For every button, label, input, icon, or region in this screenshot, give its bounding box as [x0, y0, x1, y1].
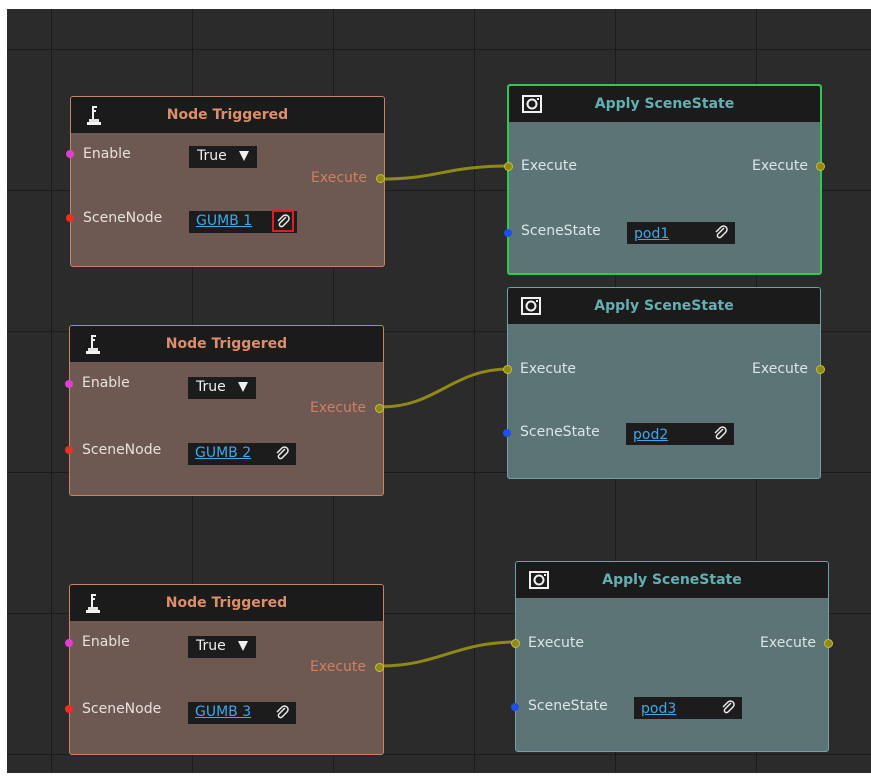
paperclip-icon[interactable] — [713, 224, 729, 240]
scenestate-label: SceneState — [521, 223, 601, 239]
execute-in-label: Execute — [521, 158, 577, 174]
execute-out-label: Execute — [760, 635, 816, 651]
enable-dropdown[interactable]: True — [188, 636, 256, 658]
scenenode-link[interactable]: GUMB 3 — [195, 704, 251, 720]
node-triggered-2[interactable]: Node Triggered Enable True Execute Scene… — [65, 325, 384, 496]
enable-label: Enable — [82, 634, 130, 650]
wire-3[interactable] — [380, 640, 517, 668]
execute-out-pin[interactable] — [816, 365, 825, 374]
execute-in-pin[interactable] — [504, 162, 513, 171]
node-header[interactable]: Node Triggered — [70, 326, 383, 362]
scenenode-pin[interactable] — [66, 214, 74, 222]
scenestate-label: SceneState — [528, 698, 608, 714]
scenestate-field[interactable]: pod3 — [634, 697, 742, 719]
scenestate-field[interactable]: pod1 — [627, 222, 735, 244]
apply-scenestate-3[interactable]: Apply SceneState Execute Execute SceneSt… — [511, 561, 833, 752]
execute-out-pin[interactable] — [816, 162, 825, 171]
execute-in-label: Execute — [520, 361, 576, 377]
chevron-down-icon — [238, 641, 248, 651]
scenenode-field[interactable]: GUMB 2 — [188, 443, 296, 465]
execute-in-pin[interactable] — [511, 639, 520, 648]
enable-dropdown[interactable]: True — [188, 377, 256, 399]
scenestate-pin[interactable] — [503, 429, 511, 437]
scenenode-label: SceneNode — [82, 442, 162, 458]
node-triggered-1[interactable]: Node Triggered Enable True Execute Scene… — [66, 96, 385, 267]
node-header[interactable]: Apply SceneState — [508, 288, 820, 324]
node-header[interactable]: Apply SceneState — [516, 562, 828, 598]
scenenode-label: SceneNode — [83, 210, 163, 226]
execute-out-label: Execute — [311, 170, 367, 186]
wire-1[interactable] — [381, 164, 510, 181]
scenestate-pin[interactable] — [504, 229, 512, 237]
node-title: Node Triggered — [166, 107, 289, 123]
paperclip-icon[interactable] — [274, 445, 290, 461]
scenestate-field[interactable]: pod2 — [626, 423, 734, 445]
execute-out-pin[interactable] — [375, 404, 384, 413]
paperclip-icon[interactable] — [272, 210, 294, 232]
chevron-down-icon — [239, 151, 249, 161]
node-title: Apply SceneState — [594, 96, 735, 112]
node-title: Node Triggered — [165, 336, 288, 352]
scenestate-link[interactable]: pod2 — [633, 427, 668, 443]
paperclip-icon[interactable] — [712, 425, 728, 441]
scenenode-field[interactable]: GUMB 1 — [189, 210, 297, 233]
scenenode-link[interactable]: GUMB 2 — [195, 445, 251, 461]
scenestate-label: SceneState — [520, 424, 600, 440]
enable-value: True — [197, 148, 227, 164]
enable-pin[interactable] — [66, 150, 74, 158]
scenenode-pin[interactable] — [65, 446, 73, 454]
scenestate-pin[interactable] — [511, 703, 519, 711]
execute-out-label: Execute — [310, 659, 366, 675]
apply-scenestate-2[interactable]: Apply SceneState Execute Execute SceneSt… — [503, 287, 825, 479]
enable-dropdown[interactable]: True — [189, 146, 257, 168]
node-title: Apply SceneState — [602, 572, 742, 588]
scenestate-link[interactable]: pod1 — [634, 226, 669, 242]
execute-out-label: Execute — [310, 400, 366, 416]
node-triggered-3[interactable]: Node Triggered Enable True Execute Scene… — [65, 584, 384, 755]
node-header[interactable]: Node Triggered — [70, 585, 383, 621]
execute-out-pin[interactable] — [824, 639, 833, 648]
node-header[interactable]: Node Triggered — [71, 97, 384, 133]
node-header[interactable]: Apply SceneState — [509, 86, 820, 122]
chevron-down-icon — [238, 382, 248, 392]
scenenode-field[interactable]: GUMB 3 — [188, 702, 296, 724]
enable-value: True — [196, 638, 226, 654]
execute-out-label: Execute — [752, 361, 808, 377]
apply-scenestate-1[interactable]: Apply SceneState Execute Execute SceneSt… — [504, 84, 825, 275]
wire-2[interactable] — [380, 367, 510, 409]
node-title: Node Triggered — [165, 595, 288, 611]
execute-out-label: Execute — [752, 158, 808, 174]
scenenode-pin[interactable] — [65, 705, 73, 713]
execute-in-pin[interactable] — [503, 365, 512, 374]
enable-label: Enable — [82, 375, 130, 391]
paperclip-icon[interactable] — [720, 699, 736, 715]
node-title: Apply SceneState — [594, 298, 734, 314]
enable-value: True — [196, 379, 226, 395]
scenenode-link[interactable]: GUMB 1 — [196, 213, 252, 229]
enable-label: Enable — [83, 146, 131, 162]
enable-pin[interactable] — [65, 639, 73, 647]
scenestate-link[interactable]: pod3 — [641, 701, 676, 717]
graph-canvas[interactable]: Node Triggered Enable True Execute Scene… — [7, 9, 871, 773]
execute-in-label: Execute — [528, 635, 584, 651]
scenenode-label: SceneNode — [82, 701, 162, 717]
execute-out-pin[interactable] — [376, 174, 385, 183]
enable-pin[interactable] — [65, 380, 73, 388]
execute-out-pin[interactable] — [375, 663, 384, 672]
paperclip-icon[interactable] — [274, 704, 290, 720]
